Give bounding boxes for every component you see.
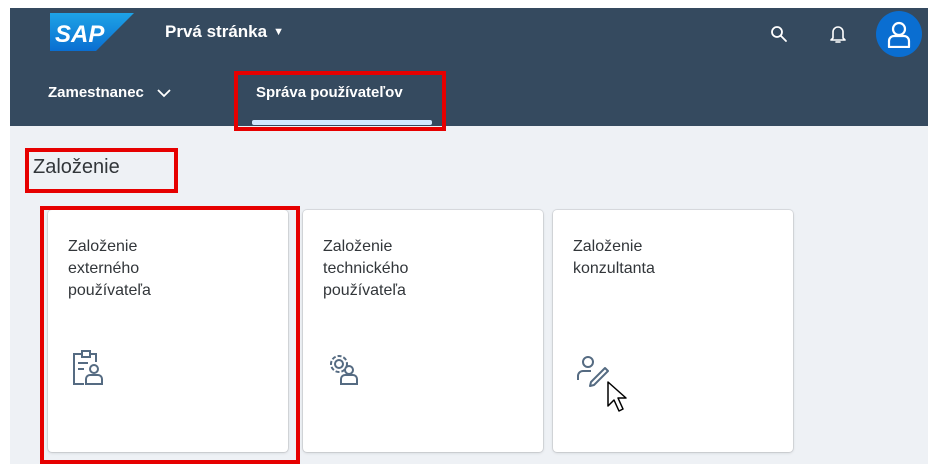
tile-title: Založenie technického používateľa bbox=[323, 238, 409, 299]
tile-zalozenie-technickeho-pouzivatela[interactable]: Založenie technického používateľa bbox=[303, 210, 543, 452]
app-title-menu[interactable]: Prvá stránka ▼ bbox=[165, 22, 284, 42]
caret-down-icon: ▼ bbox=[273, 26, 284, 38]
tab-label: Zamestnanec bbox=[48, 84, 144, 101]
tile-zalozenie-konzultanta[interactable]: Založenie konzultanta bbox=[553, 210, 793, 452]
shell-bar: SAP Prvá stránka ▼ Zamestnanec Správa po… bbox=[10, 8, 928, 126]
tab-label: Správa používateľov bbox=[256, 84, 403, 101]
user-avatar[interactable] bbox=[876, 11, 922, 57]
selected-tab-indicator bbox=[252, 120, 432, 125]
mouse-cursor bbox=[607, 381, 627, 412]
tile-zalozenie-externeho-pouzivatela[interactable]: Založenie externého používateľa bbox=[48, 210, 288, 452]
search-icon[interactable] bbox=[767, 22, 791, 46]
tab-zamestnanec[interactable]: Zamestnanec bbox=[48, 84, 172, 101]
gear-user-icon bbox=[330, 355, 358, 385]
tile-title: Založenie externého používateľa bbox=[68, 238, 151, 299]
section-title: Založenie bbox=[33, 156, 120, 178]
user-icon bbox=[887, 21, 911, 48]
sap-logo[interactable]: SAP bbox=[50, 13, 134, 51]
clipboard-user-icon bbox=[73, 350, 103, 385]
app-title: Prvá stránka bbox=[165, 22, 268, 41]
launchpad-page: SAP Prvá stránka ▼ Zamestnanec Správa po… bbox=[10, 8, 928, 464]
tile-title: Založenie konzultanta bbox=[573, 238, 655, 277]
sap-logo-text: SAP bbox=[55, 21, 105, 48]
bell-icon[interactable] bbox=[826, 22, 850, 46]
chevron-down-icon bbox=[157, 88, 171, 97]
user-edit-icon bbox=[577, 356, 609, 387]
tab-sprava-pouzivatelov[interactable]: Správa používateľov bbox=[256, 84, 403, 101]
